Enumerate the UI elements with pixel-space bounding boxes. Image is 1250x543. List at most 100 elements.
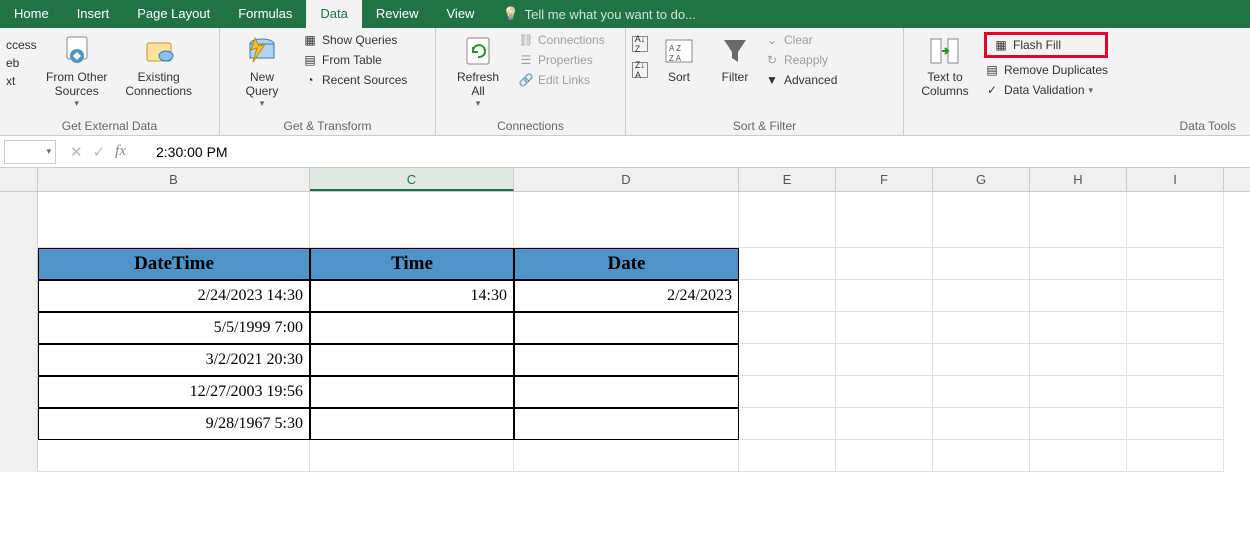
cell-date[interactable] (514, 344, 739, 376)
formula-input[interactable] (142, 140, 1250, 164)
cell[interactable] (836, 248, 933, 280)
cell[interactable] (739, 440, 836, 472)
cell[interactable] (38, 192, 310, 248)
from-access-cut[interactable]: ccess (6, 38, 37, 52)
from-web-cut[interactable]: eb (6, 56, 19, 70)
cell[interactable] (1030, 376, 1127, 408)
cell[interactable] (836, 376, 933, 408)
cell[interactable] (933, 376, 1030, 408)
cell[interactable] (514, 192, 739, 248)
from-table-button[interactable]: ▤ From Table (302, 52, 407, 68)
row-header[interactable] (0, 344, 38, 376)
tab-data[interactable]: Data (306, 0, 361, 28)
cell-datetime[interactable]: 3/2/2021 20:30 (38, 344, 310, 376)
show-queries-button[interactable]: ▦ Show Queries (302, 32, 407, 48)
cell-time[interactable] (310, 312, 514, 344)
cell-date[interactable] (514, 376, 739, 408)
cell[interactable] (933, 344, 1030, 376)
cell[interactable] (933, 312, 1030, 344)
cell[interactable] (739, 312, 836, 344)
row-header[interactable] (0, 376, 38, 408)
enter-formula-icon[interactable]: ✓ (93, 143, 106, 161)
cell[interactable] (1127, 248, 1224, 280)
cell[interactable] (1030, 248, 1127, 280)
col-header-c[interactable]: C (310, 168, 514, 191)
cell[interactable] (1127, 408, 1224, 440)
fx-icon[interactable]: fx (115, 143, 134, 160)
cell[interactable] (310, 440, 514, 472)
text-to-columns-button[interactable]: Text to Columns (910, 32, 980, 98)
tab-insert[interactable]: Insert (63, 0, 124, 28)
cell[interactable] (1127, 312, 1224, 344)
cell[interactable] (836, 344, 933, 376)
tab-home[interactable]: Home (0, 0, 63, 28)
cell[interactable] (739, 376, 836, 408)
cell[interactable] (1127, 280, 1224, 312)
cell[interactable] (836, 312, 933, 344)
table-header-time[interactable]: Time (310, 248, 514, 280)
row-header[interactable] (0, 312, 38, 344)
cell[interactable] (1030, 408, 1127, 440)
cell[interactable] (933, 280, 1030, 312)
cell[interactable] (836, 280, 933, 312)
row-header[interactable] (0, 440, 38, 472)
cell-time[interactable] (310, 344, 514, 376)
cell-datetime[interactable]: 2/24/2023 14:30 (38, 280, 310, 312)
table-header-date[interactable]: Date (514, 248, 739, 280)
row-header[interactable] (0, 280, 38, 312)
cell[interactable] (933, 248, 1030, 280)
cell-time[interactable] (310, 408, 514, 440)
cell[interactable] (1030, 440, 1127, 472)
cell[interactable] (933, 192, 1030, 248)
advanced-filter-button[interactable]: ▼ Advanced (764, 72, 837, 88)
cell[interactable] (739, 192, 836, 248)
cell[interactable] (739, 408, 836, 440)
cell[interactable] (1030, 280, 1127, 312)
cell-datetime[interactable]: 9/28/1967 5:30 (38, 408, 310, 440)
cell[interactable] (38, 440, 310, 472)
from-text-cut[interactable]: xt (6, 74, 15, 88)
cell[interactable] (1030, 312, 1127, 344)
cell[interactable] (310, 192, 514, 248)
sort-desc-button[interactable]: Z↓A (632, 62, 648, 78)
from-other-sources-button[interactable]: From Other Sources (41, 32, 113, 109)
col-header-e[interactable]: E (739, 168, 836, 191)
existing-connections-button[interactable]: Existing Connections (117, 32, 201, 98)
cell-date[interactable] (514, 408, 739, 440)
filter-button[interactable]: Filter (710, 32, 760, 84)
recent-sources-button[interactable]: ◔ Recent Sources (302, 72, 407, 88)
cell[interactable] (836, 192, 933, 248)
flash-fill-button[interactable]: ▦ Flash Fill (984, 32, 1108, 58)
cell[interactable] (1127, 376, 1224, 408)
remove-duplicates-button[interactable]: ▤ Remove Duplicates (984, 62, 1108, 78)
cell[interactable] (836, 408, 933, 440)
table-header-datetime[interactable]: DateTime (38, 248, 310, 280)
cell-time[interactable] (310, 376, 514, 408)
cell-date[interactable] (514, 312, 739, 344)
col-header-i[interactable]: I (1127, 168, 1224, 191)
cell[interactable] (933, 440, 1030, 472)
cancel-formula-icon[interactable]: ✕ (70, 143, 83, 161)
cell-date[interactable]: 2/24/2023 (514, 280, 739, 312)
tell-me-search[interactable]: Tell me what you want to do... (488, 6, 695, 22)
row-header[interactable] (0, 192, 38, 248)
cell-datetime[interactable]: 12/27/2003 19:56 (38, 376, 310, 408)
col-header-g[interactable]: G (933, 168, 1030, 191)
new-query-button[interactable]: New Query (226, 32, 298, 109)
row-header[interactable] (0, 408, 38, 440)
select-all-corner[interactable] (0, 168, 38, 191)
col-header-b[interactable]: B (38, 168, 310, 191)
tab-view[interactable]: View (433, 0, 489, 28)
name-box[interactable] (4, 140, 56, 164)
cell[interactable] (739, 280, 836, 312)
cell[interactable] (514, 440, 739, 472)
tab-formulas[interactable]: Formulas (224, 0, 306, 28)
col-header-f[interactable]: F (836, 168, 933, 191)
cell[interactable] (1127, 192, 1224, 248)
sort-asc-button[interactable]: A↓Z (632, 36, 648, 52)
refresh-all-button[interactable]: Refresh All (442, 32, 514, 109)
tab-review[interactable]: Review (362, 0, 433, 28)
col-header-d[interactable]: D (514, 168, 739, 191)
data-validation-button[interactable]: ✓ Data Validation (984, 82, 1108, 98)
cell-datetime[interactable]: 5/5/1999 7:00 (38, 312, 310, 344)
